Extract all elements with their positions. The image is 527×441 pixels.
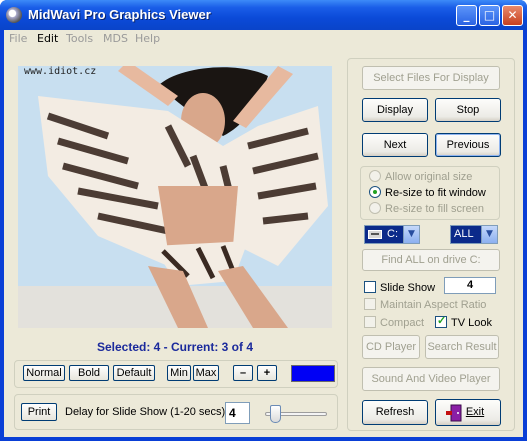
refresh-button[interactable]: Refresh [362, 400, 428, 425]
exit-button[interactable]: Exit [435, 399, 501, 426]
app-icon[interactable] [6, 7, 22, 23]
chevron-down-icon[interactable]: ▼ [481, 226, 497, 243]
checkbox-label: TV Look [451, 317, 492, 329]
print-delay-bar: Print Delay for Slide Show (1-20 secs) 4 [14, 394, 338, 430]
watermark-text: www.idiot.cz [24, 66, 97, 77]
find-all-button[interactable]: Find ALL on drive C: [362, 249, 500, 271]
resize-options-group: Allow original size Re-size to fit windo… [360, 166, 500, 220]
menu-help[interactable]: Help [135, 32, 160, 45]
color-swatch[interactable] [291, 365, 335, 382]
radio-label: Re-size to fit window [385, 187, 486, 199]
filter-select[interactable]: ALL ▼ [450, 225, 498, 244]
bold-button[interactable]: Bold [69, 365, 109, 381]
slide-count-field[interactable]: 4 [444, 277, 496, 294]
increase-button[interactable]: + [257, 365, 277, 381]
radio-label: Re-size to fill screen [385, 203, 485, 215]
menu-edit[interactable]: Edit [37, 32, 58, 45]
compact-checkbox[interactable]: Compact [364, 316, 424, 329]
radio-allow-original[interactable]: Allow original size [369, 170, 472, 183]
decrease-button[interactable]: – [233, 365, 253, 381]
checkbox-label: Maintain Aspect Ratio [380, 299, 487, 311]
client-area: File Edit Tools MDS Help www.idiot.cz Se… [4, 30, 523, 437]
exit-label: Exit [465, 406, 485, 418]
previous-button[interactable]: Previous [435, 133, 501, 157]
menu-tools[interactable]: Tools [66, 32, 93, 45]
checkbox[interactable]: ✓ [435, 315, 447, 328]
maximize-button[interactable]: □ [479, 5, 500, 26]
checkbox-label: Compact [380, 317, 425, 329]
radio-fill-screen[interactable]: Re-size to fill screen [369, 202, 484, 215]
delay-field[interactable]: 4 [225, 402, 250, 424]
filter-value: ALL [454, 228, 474, 240]
title-bar[interactable]: MidWavi Pro Graphics Viewer _ □ ✕ [0, 0, 527, 30]
menu-mds[interactable]: MDS [103, 32, 128, 45]
slide-show-checkbox[interactable]: Slide Show [364, 281, 435, 294]
chevron-down-icon[interactable]: ▼ [403, 226, 419, 243]
min-button[interactable]: Min [167, 365, 191, 381]
drive-select[interactable]: C: ▼ [364, 225, 420, 244]
next-button[interactable]: Next [362, 133, 428, 157]
drive-value: C: [387, 228, 398, 240]
normal-button[interactable]: Normal [23, 365, 65, 381]
stop-button[interactable]: Stop [435, 98, 501, 122]
exit-door-icon [446, 404, 462, 422]
menu-bar: File Edit Tools MDS Help [4, 30, 523, 48]
radio-button[interactable] [369, 202, 381, 214]
radio-button[interactable] [369, 170, 381, 182]
search-result-button[interactable]: Search Result [425, 335, 499, 359]
window-title: MidWavi Pro Graphics Viewer [28, 7, 211, 22]
cd-player-button[interactable]: CD Player [362, 335, 420, 359]
display-button[interactable]: Display [362, 98, 428, 122]
radio-label: Allow original size [385, 171, 473, 183]
close-button[interactable]: ✕ [502, 5, 523, 26]
displayed-photo [18, 66, 332, 328]
tv-look-checkbox[interactable]: ✓ TV Look [435, 315, 492, 329]
checkbox-label: Slide Show [380, 282, 436, 294]
default-button[interactable]: Default [113, 365, 155, 381]
checkbox[interactable] [364, 281, 376, 293]
print-button[interactable]: Print [21, 403, 57, 421]
max-button[interactable]: Max [193, 365, 219, 381]
sound-video-button[interactable]: Sound And Video Player [362, 367, 500, 391]
selection-status: Selected: 4 - Current: 3 of 4 [96, 340, 254, 354]
checkbox[interactable] [364, 316, 376, 328]
radio-fit-window[interactable]: Re-size to fit window [369, 186, 486, 199]
menu-file[interactable]: File [9, 32, 27, 45]
maintain-aspect-checkbox[interactable]: Maintain Aspect Ratio [364, 298, 486, 311]
minimize-button[interactable]: _ [456, 5, 477, 26]
font-options-bar: Normal Bold Default Min Max – + [14, 360, 338, 388]
app-window: MidWavi Pro Graphics Viewer _ □ ✕ File E… [0, 0, 527, 441]
select-files-button[interactable]: Select Files For Display [362, 66, 500, 90]
delay-slider-thumb[interactable] [270, 405, 282, 423]
image-display[interactable]: www.idiot.cz [18, 66, 332, 328]
delay-label: Delay for Slide Show (1-20 secs) [65, 406, 226, 418]
radio-button[interactable] [369, 186, 381, 198]
checkbox[interactable] [364, 298, 376, 310]
drive-icon [368, 230, 382, 239]
